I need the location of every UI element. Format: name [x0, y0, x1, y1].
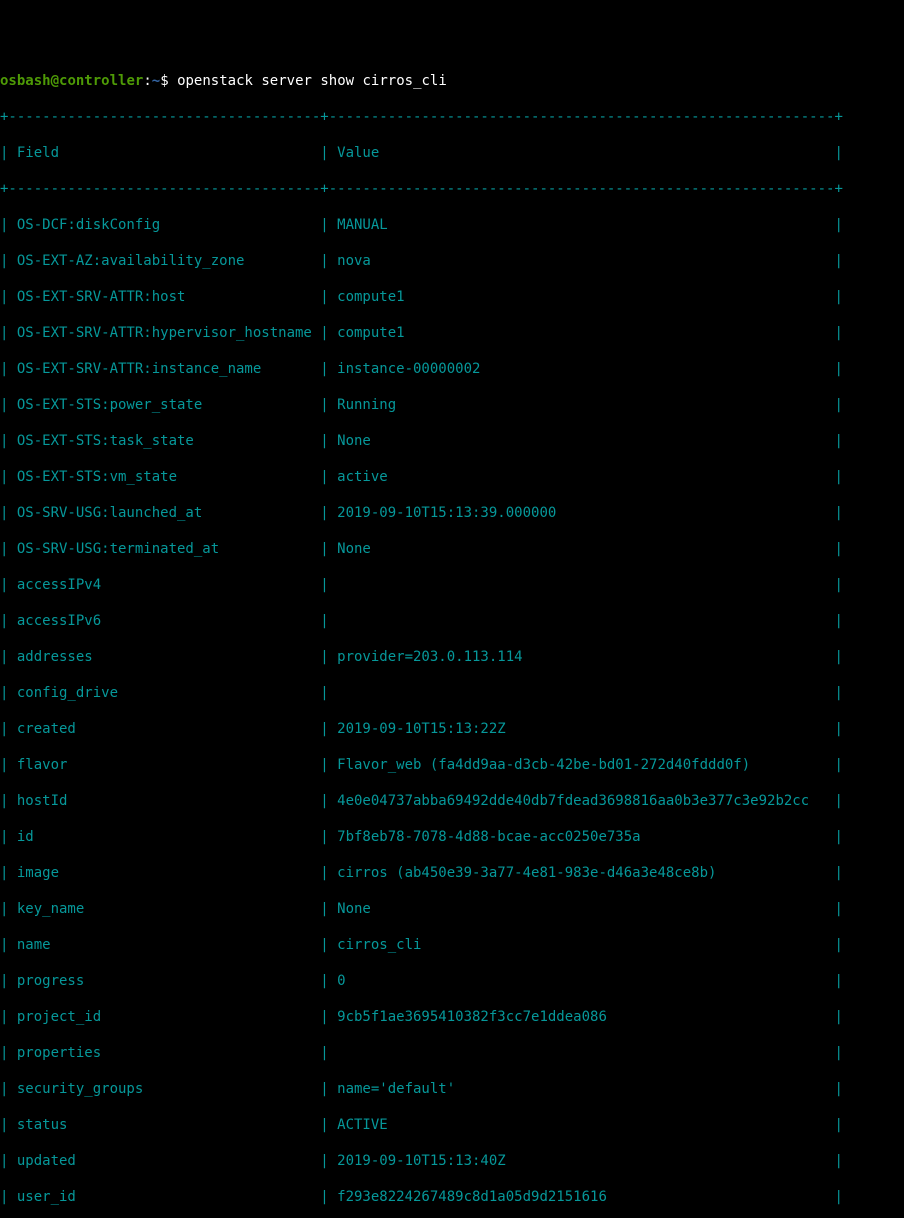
table-row: | OS-EXT-AZ:availability_zone | nova | [0, 252, 904, 270]
prompt-colon: : [143, 73, 151, 89]
table-row: | accessIPv4 | | [0, 576, 904, 594]
table-border-top: +-------------------------------------+-… [0, 108, 904, 126]
table-row: | image | cirros (ab450e39-3a77-4e81-983… [0, 864, 904, 882]
table-row: | OS-EXT-STS:power_state | Running | [0, 396, 904, 414]
table-row: | OS-SRV-USG:terminated_at | None | [0, 540, 904, 558]
table-header-row: | Field | Value | [0, 144, 904, 162]
prompt-at: @ [51, 73, 59, 89]
table-row: | id | 7bf8eb78-7078-4d88-bcae-acc0250e7… [0, 828, 904, 846]
table-row: | properties | | [0, 1044, 904, 1062]
table-row: | created | 2019-09-10T15:13:22Z | [0, 720, 904, 738]
table-row: | OS-EXT-SRV-ATTR:instance_name | instan… [0, 360, 904, 378]
table-row: | OS-EXT-STS:vm_state | active | [0, 468, 904, 486]
table-row: | key_name | None | [0, 900, 904, 918]
table-row: | progress | 0 | [0, 972, 904, 990]
prompt-dollar: $ [160, 73, 168, 89]
prompt-path: ~ [152, 73, 160, 89]
table-row: | name | cirros_cli | [0, 936, 904, 954]
table-row: | addresses | provider=203.0.113.114 | [0, 648, 904, 666]
table-row: | status | ACTIVE | [0, 1116, 904, 1134]
table-row: | OS-EXT-SRV-ATTR:hypervisor_hostname | … [0, 324, 904, 342]
table-row: | user_id | f293e8224267489c8d1a05d9d215… [0, 1188, 904, 1206]
table-row: | project_id | 9cb5f1ae3695410382f3cc7e1… [0, 1008, 904, 1026]
table-row: | hostId | 4e0e04737abba69492dde40db7fde… [0, 792, 904, 810]
prompt-user: osbash [0, 73, 51, 89]
table-border-mid: +-------------------------------------+-… [0, 180, 904, 198]
table-row: | config_drive | | [0, 684, 904, 702]
prompt-host: controller [59, 73, 143, 89]
table-row: | OS-DCF:diskConfig | MANUAL | [0, 216, 904, 234]
table-row: | OS-EXT-STS:task_state | None | [0, 432, 904, 450]
command-text: openstack server show cirros_cli [177, 73, 447, 89]
table-body: | OS-DCF:diskConfig | MANUAL | | OS-EXT-… [0, 216, 904, 1218]
table-row: | accessIPv6 | | [0, 612, 904, 630]
table-row: | updated | 2019-09-10T15:13:40Z | [0, 1152, 904, 1170]
table-row: | OS-SRV-USG:launched_at | 2019-09-10T15… [0, 504, 904, 522]
table-row: | OS-EXT-SRV-ATTR:host | compute1 | [0, 288, 904, 306]
table-row: | security_groups | name='default' | [0, 1080, 904, 1098]
prompt-line[interactable]: osbash@controller:~$ openstack server sh… [0, 72, 904, 90]
table-row: | flavor | Flavor_web (fa4dd9aa-d3cb-42b… [0, 756, 904, 774]
